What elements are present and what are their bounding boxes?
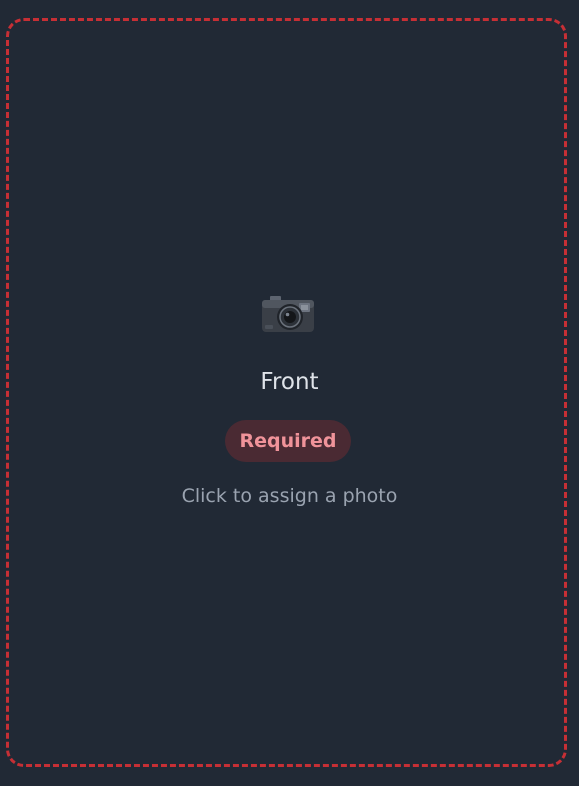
photo-slot-front[interactable]: [6, 18, 567, 767]
